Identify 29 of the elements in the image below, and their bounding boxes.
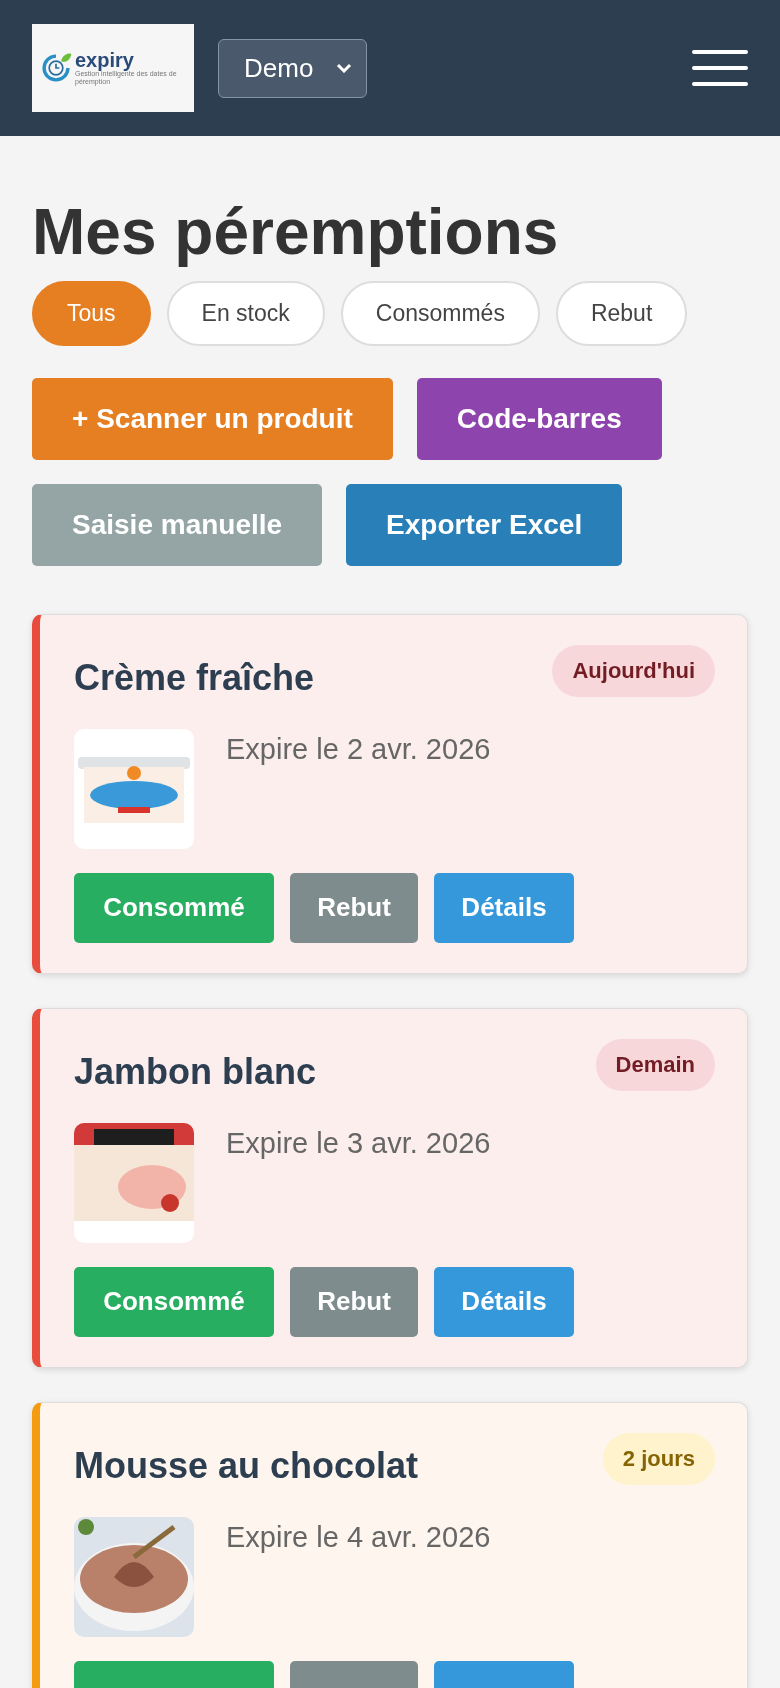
expiry-badge: Demain	[595, 1038, 715, 1091]
action-button[interactable]: Code-barres	[416, 377, 662, 460]
product-name: Crème fraîche	[74, 656, 315, 699]
chevron-down-icon	[336, 63, 352, 73]
filter-tab[interactable]: Rebut	[555, 280, 688, 346]
details-button[interactable]: Détails	[434, 1266, 574, 1337]
logo-text: expiry	[75, 49, 135, 70]
expiry-date: Expire le 3 avr. 2026	[226, 1126, 491, 1160]
expiry-date: Expire le 2 avr. 2026	[226, 732, 491, 766]
page-title: Mes péremptions	[32, 195, 560, 270]
consumed-button[interactable]: Consommé	[74, 1266, 274, 1337]
clock-leaf-icon	[39, 51, 73, 85]
product-name: Jambon blanc	[74, 1050, 317, 1093]
filter-tab[interactable]: En stock	[166, 280, 325, 346]
filter-tab[interactable]: Consommés	[340, 280, 540, 346]
expiry-date: Expire le 4 avr. 2026	[226, 1520, 491, 1554]
expiry-badge: Aujourd'hui	[552, 644, 715, 697]
action-button[interactable]: Saisie manuelle	[32, 483, 323, 566]
menu-icon[interactable]	[692, 48, 748, 88]
discard-button[interactable]: Rebut	[290, 872, 418, 943]
site-select[interactable]: Demo	[218, 38, 367, 98]
discard-button[interactable]: Rebut	[290, 1266, 418, 1337]
action-button[interactable]: + Scanner un produit	[32, 377, 393, 460]
expiry-badge: 2 jours	[602, 1432, 715, 1485]
details-button[interactable]: Détails	[434, 872, 574, 943]
consumed-button[interactable]: Consommé	[74, 872, 274, 943]
filter-tab[interactable]: Tous	[32, 280, 151, 346]
product-name: Mousse au chocolat	[74, 1444, 419, 1487]
action-button[interactable]: Exporter Excel	[346, 483, 623, 566]
